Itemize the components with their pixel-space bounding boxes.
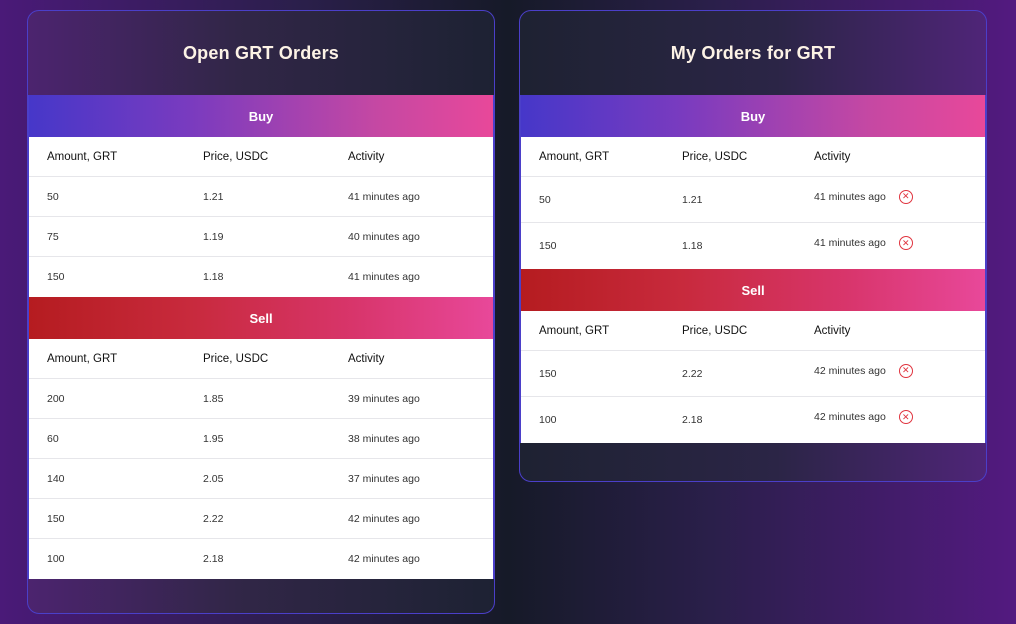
amount-cell: 75 <box>47 230 59 243</box>
my-orders-title: My Orders for GRT <box>670 42 836 63</box>
activity-cell: 42 minutes ago ✕ <box>796 363 985 378</box>
amount-cell: 60 <box>47 432 59 445</box>
activity-cell: 41 minutes ago ✕ <box>796 236 985 250</box>
column-header-activity: Activity <box>348 352 385 365</box>
open-orders-title: Open GRT Orders <box>182 42 340 63</box>
amount-cell: 100 <box>539 414 557 426</box>
price-cell: 2.18 <box>203 553 224 565</box>
table-row: 150 1.18 41 minutes ago <box>29 257 493 297</box>
column-header-price: Price, USDC <box>682 324 748 337</box>
price-cell: 1.95 <box>203 432 224 445</box>
amount-cell: 150 <box>47 271 65 283</box>
my-buy-table: Amount, GRT Price, USDC Activity 50 1.21… <box>520 137 986 269</box>
activity-cell: 41 minutes ago ✕ <box>796 189 985 204</box>
column-header-amount: Amount, GRT <box>539 150 610 163</box>
table-row: 140 2.05 37 minutes ago <box>29 459 493 499</box>
column-header-activity: Activity <box>814 150 851 163</box>
activity-cell: 37 minutes ago <box>348 472 420 485</box>
column-header-activity: Activity <box>814 324 851 337</box>
my-sell-table: Amount, GRT Price, USDC Activity 150 2.2… <box>520 311 986 443</box>
column-header-amount: Amount, GRT <box>47 352 118 365</box>
table-header-row: Amount, GRT Price, USDC Activity <box>29 137 493 177</box>
activity-cell: 38 minutes ago <box>348 432 420 445</box>
amount-cell: 150 <box>47 512 65 525</box>
table-row: 60 1.95 38 minutes ago <box>29 419 493 459</box>
open-buy-header: Buy <box>28 95 494 137</box>
activity-cell: 39 minutes ago <box>348 392 420 405</box>
table-header-row: Amount, GRT Price, USDC Activity <box>521 137 985 177</box>
open-buy-table: Amount, GRT Price, USDC Activity 50 1.21… <box>28 137 494 297</box>
activity-text: 42 minutes ago <box>814 364 886 377</box>
close-circle-icon[interactable]: ✕ <box>898 189 913 204</box>
amount-cell: 150 <box>539 240 557 252</box>
amount-cell: 140 <box>47 472 65 485</box>
table-row: 150 2.22 42 minutes ago ✕ <box>521 351 985 397</box>
price-cell: 1.19 <box>203 230 224 243</box>
activity-cell: 41 minutes ago <box>348 190 420 203</box>
activity-cell: 42 minutes ago <box>348 553 420 565</box>
activity-text: 41 minutes ago <box>814 237 886 249</box>
table-row: 200 1.85 39 minutes ago <box>29 379 493 419</box>
column-header-price: Price, USDC <box>203 352 269 365</box>
close-circle-icon[interactable]: ✕ <box>898 363 913 378</box>
column-header-amount: Amount, GRT <box>47 150 118 163</box>
price-cell: 1.18 <box>203 271 224 283</box>
table-row: 50 1.21 41 minutes ago ✕ <box>521 177 985 223</box>
open-orders-panel: Open GRT Orders Buy Amount, GRT Price, U… <box>27 10 495 614</box>
price-cell: 2.05 <box>203 472 224 485</box>
my-buy-header: Buy <box>520 95 986 137</box>
column-header-amount: Amount, GRT <box>539 324 610 337</box>
activity-cell: 42 minutes ago ✕ <box>796 410 985 424</box>
open-sell-header: Sell <box>28 297 494 339</box>
amount-cell: 50 <box>539 193 551 206</box>
table-row: 50 1.21 41 minutes ago <box>29 177 493 217</box>
activity-cell: 42 minutes ago <box>348 512 420 525</box>
amount-cell: 100 <box>47 553 65 565</box>
price-cell: 1.18 <box>682 240 703 252</box>
activity-cell: 40 minutes ago <box>348 230 420 243</box>
my-orders-panel: My Orders for GRT Buy Amount, GRT Price,… <box>519 10 987 482</box>
table-header-row: Amount, GRT Price, USDC Activity <box>521 311 985 351</box>
price-cell: 1.85 <box>203 392 224 405</box>
table-row: 100 2.18 42 minutes ago <box>29 539 493 579</box>
close-circle-icon[interactable]: ✕ <box>898 236 913 250</box>
table-header-row: Amount, GRT Price, USDC Activity <box>29 339 493 379</box>
activity-cell: 41 minutes ago <box>348 271 420 283</box>
my-sell-header: Sell <box>520 269 986 311</box>
price-cell: 2.18 <box>682 414 703 426</box>
table-row: 75 1.19 40 minutes ago <box>29 217 493 257</box>
amount-cell: 150 <box>539 367 557 380</box>
column-header-activity: Activity <box>348 150 385 163</box>
table-row: 150 1.18 41 minutes ago ✕ <box>521 223 985 269</box>
price-cell: 2.22 <box>682 367 703 380</box>
amount-cell: 50 <box>47 190 59 203</box>
column-header-price: Price, USDC <box>682 150 748 163</box>
price-cell: 2.22 <box>203 512 224 525</box>
price-cell: 1.21 <box>203 190 224 203</box>
amount-cell: 200 <box>47 392 65 405</box>
table-row: 100 2.18 42 minutes ago ✕ <box>521 397 985 443</box>
price-cell: 1.21 <box>682 193 703 206</box>
column-header-price: Price, USDC <box>203 150 269 163</box>
close-circle-icon[interactable]: ✕ <box>898 410 913 424</box>
activity-text: 41 minutes ago <box>814 190 886 203</box>
open-sell-table: Amount, GRT Price, USDC Activity 200 1.8… <box>28 339 494 579</box>
activity-text: 42 minutes ago <box>814 411 886 423</box>
table-row: 150 2.22 42 minutes ago <box>29 499 493 539</box>
